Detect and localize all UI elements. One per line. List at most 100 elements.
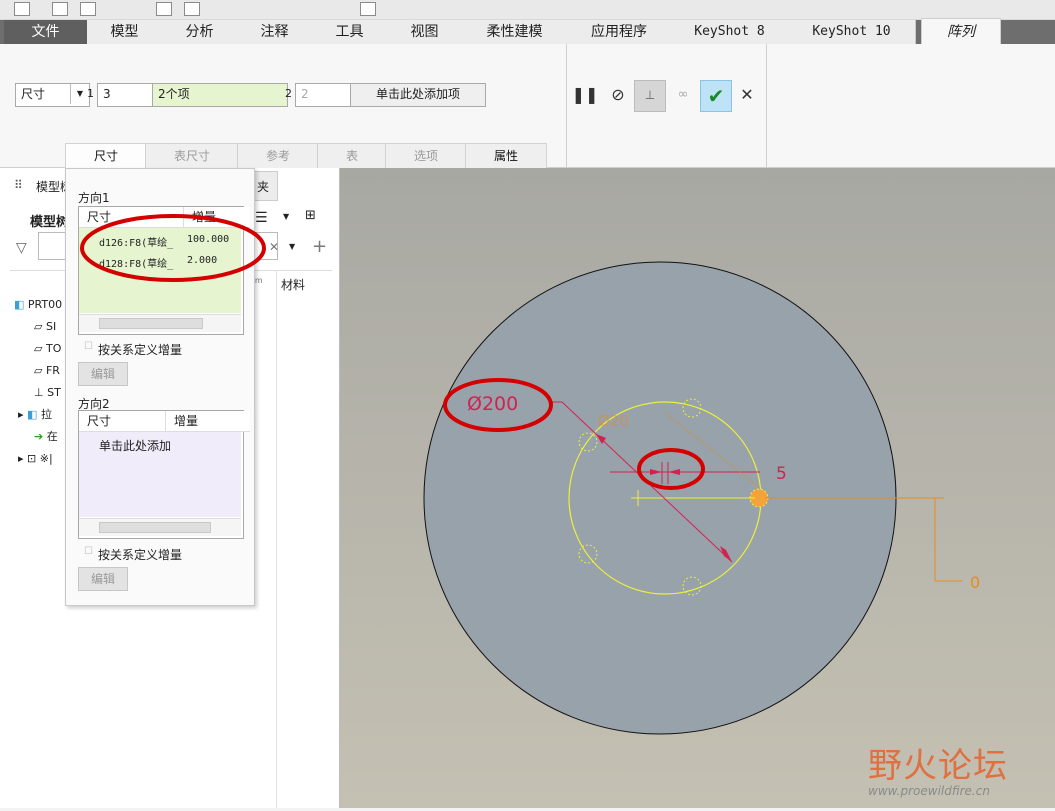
windows-icon[interactable] [360,2,376,16]
part-icon: ◧ [14,298,25,311]
ribbon-separator [766,44,767,168]
tree-item-datum-plane[interactable]: ▱ SI [34,317,56,337]
divider [276,270,277,808]
col-dimension: 尺寸 [79,411,173,432]
dir2-label: 2 [285,87,292,100]
checkbox-icon[interactable]: ☐ [84,341,93,352]
tab-applications[interactable]: 应用程序 [567,20,672,44]
model-view-svg: 5 Ø20 0 Ø200 [423,261,980,735]
relation-increment-label: 按关系定义增量 [98,343,183,357]
edit-button[interactable]: 编辑 [78,567,128,591]
print-icon[interactable] [156,2,172,16]
model-tree-title: 模型树 [30,215,70,230]
subtab-dimensions[interactable]: 尺寸 [65,143,147,170]
tab-annotate[interactable]: 注释 [237,20,313,44]
insert-arrow-icon: ➔ [34,430,44,443]
ribbon-separator [566,44,567,168]
horizontal-scrollbar[interactable] [79,314,241,332]
new-file-icon[interactable] [14,2,30,16]
direction1-title: 方向1 [78,191,110,205]
tree-item-label: 在 [46,430,58,443]
dir2-add-hint[interactable]: 单击此处添加 [99,437,171,454]
column-material: 材料 [281,278,306,292]
no-preview-icon[interactable]: ⊘ [603,80,633,110]
dim-diameter-label[interactable]: Ø200 [467,393,518,415]
quick-access-toolbar [0,0,1055,20]
coordinate-system-icon: ⊥ [34,386,44,399]
extrude-icon: ◧ [27,408,38,421]
tree-item-datum-plane[interactable]: ▱ TO [34,339,61,359]
regenerate-icon[interactable] [184,2,200,16]
datum-plane-icon: ▱ [34,320,43,333]
graphics-area[interactable]: 5 Ø20 0 Ø200 野火论坛 www.proewildfire.cn [340,168,1055,808]
tree-item-extrude[interactable]: ▸ ◧ 拉 [18,405,52,425]
subtab-properties[interactable]: 属性 [465,143,547,170]
filter-icon[interactable]: ▽ [16,240,27,256]
tab-file[interactable]: 文件 [4,20,87,44]
subtab-references[interactable]: 参考 [237,143,319,170]
feature-preview-icon[interactable]: ⟂ [634,80,666,112]
tree-item-label: SI [45,320,57,333]
tab-tools[interactable]: 工具 [312,20,388,44]
tree-item-pattern[interactable]: ▸ ⊡ ※| [18,449,53,469]
tree-item-label: PRT00 [27,298,63,311]
tree-item-insert-here[interactable]: ➔ 在 [34,427,58,447]
tab-keyshot-8[interactable]: KeyShot 8 [671,20,789,44]
watermark-url: www.proewildfire.cn [868,784,990,798]
tab-view[interactable]: 视图 [387,20,463,44]
tab-analysis[interactable]: 分析 [162,20,238,44]
tree-item-label: TO [45,342,62,355]
show-icon[interactable]: ⊞ [305,208,316,223]
tree-item-csys[interactable]: ⊥ ST [34,383,61,403]
tab-flexible-modeling[interactable]: 柔性建模 [462,20,568,44]
folder-tab-label: 夹 [256,180,269,194]
tree-item-datum-plane[interactable]: ▱ FR [34,361,60,381]
dim-inner-label[interactable]: Ø20 [598,412,629,430]
relation-increment-label: 按关系定义增量 [98,548,183,562]
horizontal-scrollbar[interactable] [79,518,241,536]
chevron-down-icon[interactable]: ▼ [283,212,289,221]
datum-plane-icon: ▱ [34,364,43,377]
tree-item-part[interactable]: ◧ PRT00 [14,295,62,315]
watermark-title: 野火论坛 [868,746,1008,786]
datum-plane-icon: ▱ [34,342,43,355]
checkbox-icon[interactable]: ☐ [84,546,93,557]
dimensions-flyout: 方向1 尺寸 增量 d126:F8(草绘_ 100.000 d128:F8(草绘… [65,168,266,606]
subtab-tables[interactable]: 表 [317,143,387,170]
dim-zero-label[interactable]: 0 [970,573,980,592]
pause-icon[interactable]: ❚❚ [570,80,600,110]
dir1-label: 1 [87,87,94,100]
dim-five-label[interactable]: 5 [776,464,787,484]
tree-item-label: 拉 [40,408,52,421]
save-icon[interactable] [80,2,96,16]
pattern-type-value: 尺寸 [21,87,46,101]
verify-mode-icon[interactable]: ∞ [668,80,698,110]
subtab-table-dimensions[interactable]: 表尺寸 [145,143,239,170]
clear-search-icon[interactable]: ✕ [269,240,279,254]
pattern-icon: ⊡ [27,452,37,465]
col-increment: 增量 [165,411,250,432]
expand-arrow-icon[interactable]: ▸ [18,408,24,421]
open-file-icon[interactable] [52,2,68,16]
scrollbar-thumb[interactable] [99,522,211,533]
cancel-close-icon[interactable]: ✕ [732,80,762,110]
tree-item-label: ST [47,386,61,399]
edit-button[interactable]: 编辑 [78,362,128,386]
model-tree-icon: ⠿ [14,178,23,192]
add-column-icon[interactable]: + [312,236,327,257]
expand-arrow-icon[interactable]: ▸ [18,452,24,465]
chevron-down-icon[interactable]: ▼ [289,242,295,251]
scrollbar-thumb[interactable] [99,318,203,329]
accept-checkmark-icon[interactable]: ✔ [700,80,732,112]
tab-pattern[interactable]: 阵列 [921,18,1001,47]
tab-keyshot-10[interactable]: KeyShot 10 [788,20,916,44]
direction2-table: 尺寸 增量 单击此处添加 [78,410,250,539]
annotation-circle [80,214,266,282]
dir1-items-collector[interactable]: 2个项 [152,83,288,107]
tree-item-label: FR [45,364,60,377]
dir2-add-item-collector[interactable]: 单击此处添加项 [350,83,486,107]
tab-model[interactable]: 模型 [87,20,163,44]
subtab-options[interactable]: 选项 [385,143,467,170]
pattern-type-select[interactable]: 尺寸 ▼ [15,83,90,107]
dim-rows-annotation-svg [80,214,266,282]
